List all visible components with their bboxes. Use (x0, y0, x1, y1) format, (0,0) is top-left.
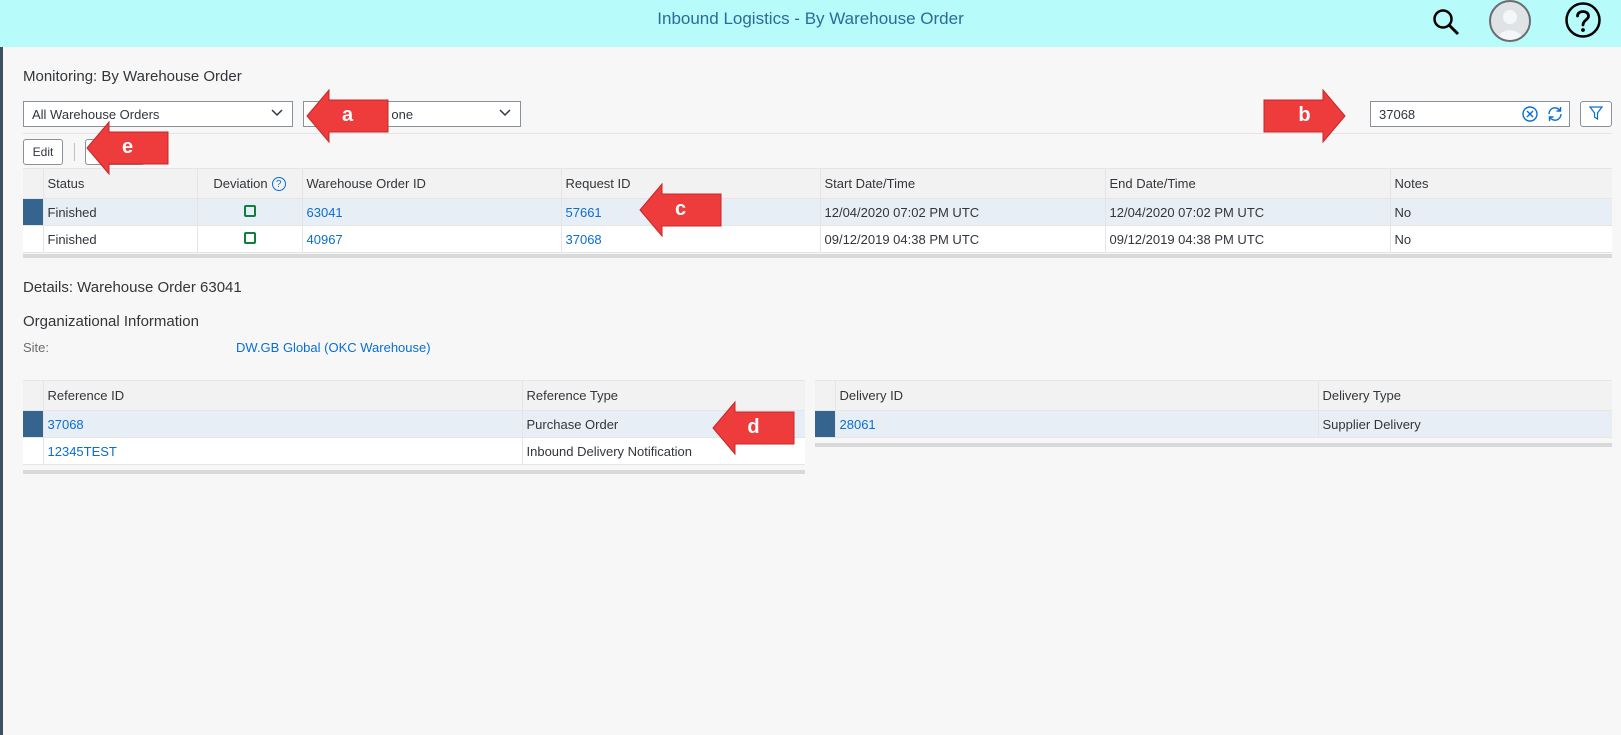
table-footer-bar (23, 470, 805, 474)
search-input[interactable]: 37068 (1370, 101, 1570, 127)
row-selector[interactable] (815, 410, 835, 438)
filter-icon (1588, 105, 1604, 124)
user-avatar-icon[interactable] (1489, 0, 1531, 42)
select-column-header (815, 380, 835, 411)
clear-icon[interactable] (1521, 105, 1539, 126)
chevron-down-icon (270, 106, 284, 123)
search-input-value: 37068 (1379, 107, 1416, 122)
help-icon[interactable] (1563, 0, 1603, 40)
column-header-delivery-type[interactable]: Delivery Type (1317, 380, 1612, 411)
warehouse-orders-table: Status Deviation? Warehouse Order ID Req… (23, 168, 1612, 253)
request-id-link[interactable]: 57661 (566, 205, 602, 220)
table-row[interactable]: 37068 Purchase Order (23, 410, 805, 438)
column-header-start[interactable]: Start Date/Time (819, 168, 1105, 199)
toolbar-divider (23, 133, 1612, 134)
delivery-id-link[interactable]: 28061 (840, 417, 876, 432)
deviation-cell (196, 225, 302, 253)
annotation-arrow-e: e (85, 120, 170, 176)
end-cell: 12/04/2020 07:02 PM UTC (1104, 198, 1390, 226)
column-header-notes[interactable]: Notes (1389, 168, 1612, 199)
annotation-arrow-b: b (1262, 88, 1347, 144)
toolbar-separator (74, 143, 75, 161)
annotation-label-a: a (341, 104, 354, 126)
annotation-label-d: d (747, 416, 760, 438)
deviation-indicator-icon (243, 231, 256, 244)
status-cell: Finished (42, 198, 197, 226)
edit-button[interactable]: Edit (23, 139, 63, 165)
table-header-row: Delivery ID Delivery Type (815, 380, 1612, 411)
delivery-table: Delivery ID Delivery Type 28061 Supplier… (815, 380, 1612, 438)
notes-cell: No (1389, 198, 1612, 226)
table-header-row: Reference ID Reference Type (23, 380, 805, 411)
organizational-info-title: Organizational Information (23, 313, 199, 330)
annotation-label-c: c (674, 198, 687, 220)
notes-cell: No (1389, 225, 1612, 253)
deviation-cell (196, 198, 302, 226)
page-title: Monitoring: By Warehouse Order (23, 68, 242, 85)
refresh-icon[interactable] (1546, 105, 1564, 126)
delivery-id-cell: 28061 (834, 410, 1318, 438)
table-footer-bar (815, 443, 1612, 447)
table-header-row: Status Deviation? Warehouse Order ID Req… (23, 168, 1612, 199)
end-cell: 09/12/2019 04:38 PM UTC (1104, 225, 1390, 253)
left-edge-bar (0, 47, 3, 735)
annotation-label-b: b (1298, 104, 1311, 126)
column-header-deviation[interactable]: Deviation? (196, 168, 302, 199)
site-label: Site: (23, 340, 50, 355)
delivery-type-cell: Supplier Delivery (1317, 410, 1612, 438)
row-selector[interactable] (23, 410, 43, 438)
column-header-warehouse-order-id[interactable]: Warehouse Order ID (301, 168, 561, 199)
shell-header: Inbound Logistics - By Warehouse Order (0, 0, 1621, 47)
select-column-header (23, 168, 43, 199)
table-row[interactable]: Finished 40967 37068 09/12/2019 04:38 PM… (23, 225, 1612, 253)
app-title: Inbound Logistics - By Warehouse Order (657, 9, 964, 28)
table-row[interactable]: 12345TEST Inbound Delivery Notification (23, 437, 805, 465)
row-selector[interactable] (23, 437, 43, 465)
chevron-down-icon (498, 106, 512, 123)
reference-id-cell: 12345TEST (42, 437, 522, 465)
row-selector[interactable] (23, 225, 43, 253)
warehouse-order-id-cell: 40967 (301, 225, 561, 253)
reference-id-link[interactable]: 12345TEST (48, 444, 117, 459)
annotation-arrow-a: a (305, 88, 390, 144)
table-row[interactable]: 28061 Supplier Delivery (815, 410, 1612, 438)
filter-button[interactable] (1580, 101, 1612, 127)
start-cell: 12/04/2020 07:02 PM UTC (819, 198, 1105, 226)
column-header-deviation-label: Deviation (213, 175, 268, 191)
warehouse-order-id-link[interactable]: 63041 (307, 205, 343, 220)
reference-id-cell: 37068 (42, 410, 522, 438)
request-id-link[interactable]: 37068 (566, 232, 602, 247)
annotation-label-e: e (121, 136, 134, 158)
secondary-filter-value: one (391, 107, 414, 122)
status-cell: Finished (42, 225, 197, 253)
deviation-indicator-icon (243, 204, 256, 217)
warehouse-order-id-link[interactable]: 40967 (307, 232, 343, 247)
row-selector[interactable] (23, 198, 43, 226)
warehouse-order-id-cell: 63041 (301, 198, 561, 226)
column-header-reference-id[interactable]: Reference ID (42, 380, 522, 411)
table-footer-bar (23, 254, 1612, 258)
column-header-end[interactable]: End Date/Time (1104, 168, 1390, 199)
table-row[interactable]: Finished 63041 57661 12/04/2020 07:02 PM… (23, 198, 1612, 226)
info-help-icon[interactable]: ? (271, 177, 286, 192)
site-link[interactable]: DW.GB Global (OKC Warehouse) (236, 340, 431, 355)
select-column-header (23, 380, 43, 411)
start-cell: 09/12/2019 04:38 PM UTC (819, 225, 1105, 253)
reference-id-link[interactable]: 37068 (48, 417, 84, 432)
search-icon[interactable] (1428, 4, 1464, 40)
annotation-arrow-d: d (711, 400, 796, 456)
reference-table: Reference ID Reference Type 37068 Purcha… (23, 380, 805, 465)
annotation-arrow-c: c (638, 182, 723, 238)
details-title: Details: Warehouse Order 63041 (23, 279, 242, 296)
column-header-delivery-id[interactable]: Delivery ID (834, 380, 1318, 411)
